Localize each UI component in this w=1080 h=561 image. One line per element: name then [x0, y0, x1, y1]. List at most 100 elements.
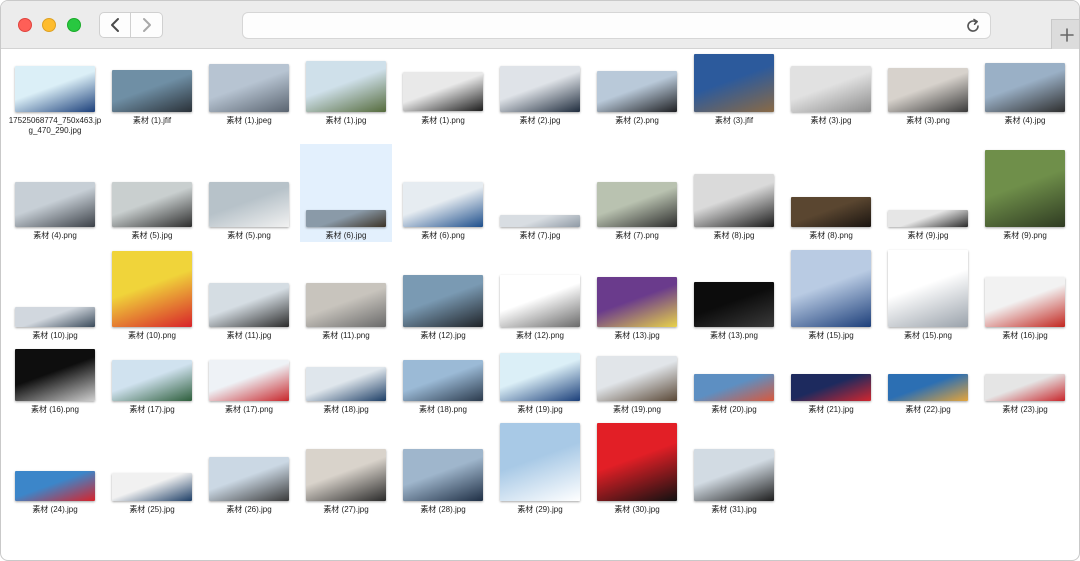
file-thumbnail — [15, 307, 95, 327]
file-name: 素材 (9).jpg — [907, 231, 949, 240]
file-thumbnail — [597, 356, 677, 401]
minimize-button[interactable] — [42, 18, 56, 32]
file-thumbnail — [209, 360, 289, 401]
file-name: 素材 (28).jpg — [420, 505, 466, 514]
browser-window: 17525068774_750x463.jpg_470_290.jpg 素材 (1… — [0, 0, 1080, 561]
file-name: 素材 (1).png — [421, 116, 465, 125]
file-name: 素材 (12).jpg — [420, 331, 466, 340]
file-thumbnail — [209, 64, 289, 112]
file-name: 素材 (7).jpg — [519, 231, 561, 240]
file-thumbnail — [209, 457, 289, 501]
file-name: 素材 (21).jpg — [808, 405, 854, 414]
file-name: 素材 (1).jfif — [132, 116, 172, 125]
forward-button[interactable] — [131, 12, 163, 38]
file-name: 素材 (5).png — [227, 231, 271, 240]
file-name: 素材 (2).jpg — [519, 116, 561, 125]
file-name: 17525068774_750x463.jpg_470_290.jpg — [8, 116, 102, 135]
file-thumbnail — [791, 374, 871, 401]
back-button[interactable] — [99, 12, 131, 38]
close-button[interactable] — [18, 18, 32, 32]
file-thumbnail — [694, 374, 774, 401]
file-name: 素材 (9).png — [1003, 231, 1047, 240]
file-thumbnail — [985, 150, 1065, 227]
file-name: 素材 (25).jpg — [129, 505, 175, 514]
file-grid: 17525068774_750x463.jpg_470_290.jpg 素材 (1… — [1, 50, 1079, 560]
title-bar — [1, 1, 1079, 49]
file-name: 素材 (22).jpg — [905, 405, 951, 414]
zoom-button[interactable] — [67, 18, 81, 32]
file-thumbnail — [112, 70, 192, 112]
file-thumbnail — [888, 210, 968, 227]
reload-icon[interactable] — [964, 17, 982, 35]
file-thumbnail — [112, 360, 192, 401]
file-name: 素材 (6).jpg — [325, 231, 367, 240]
file-thumbnail — [694, 174, 774, 227]
file-thumbnail — [112, 473, 192, 501]
file-thumbnail — [306, 367, 386, 401]
file-name: 素材 (4).jpg — [1004, 116, 1046, 125]
file-name: 素材 (18).png — [418, 405, 468, 414]
file-name: 素材 (8).png — [809, 231, 853, 240]
file-name: 素材 (26).jpg — [226, 505, 272, 514]
file-thumbnail — [403, 275, 483, 327]
file-thumbnail — [403, 182, 483, 227]
file-thumbnail — [985, 374, 1065, 401]
file-name: 素材 (11).png — [322, 331, 370, 340]
file-thumbnail — [112, 182, 192, 227]
file-thumbnail — [500, 423, 580, 501]
new-tab-button[interactable] — [1051, 19, 1079, 49]
file-thumbnail — [306, 449, 386, 501]
file-name: 素材 (3).jfif — [714, 116, 754, 125]
file-name: 素材 (17).png — [224, 405, 274, 414]
file-thumbnail — [306, 210, 386, 227]
file-thumbnail — [597, 182, 677, 227]
file-thumbnail — [306, 283, 386, 327]
address-bar[interactable] — [242, 12, 991, 39]
file-name: 素材 (16).png — [30, 405, 80, 414]
chevron-right-icon — [142, 18, 151, 32]
file-name: 素材 (15).png — [903, 331, 953, 340]
file-thumbnail — [694, 282, 774, 327]
file-name: 素材 (2).png — [615, 116, 659, 125]
file-thumbnail — [209, 283, 289, 327]
file-name: 素材 (12).png — [515, 331, 565, 340]
file-name: 素材 (29).jpg — [517, 505, 563, 514]
file-thumbnail — [694, 449, 774, 501]
file-name: 素材 (10).png — [127, 331, 177, 340]
file-thumbnail — [403, 360, 483, 401]
file-name: 素材 (11).jpg — [226, 331, 272, 340]
file-thumbnail — [888, 68, 968, 112]
file-name: 素材 (27).jpg — [323, 505, 369, 514]
file-name: 素材 (1).jpeg — [226, 116, 272, 125]
file-name: 素材 (3).jpg — [810, 116, 852, 125]
file-name: 素材 (17).jpg — [129, 405, 175, 414]
file-name: 素材 (1).jpg — [325, 116, 367, 125]
file-thumbnail — [888, 374, 968, 401]
file-thumbnail — [15, 349, 95, 401]
file-name: 素材 (7).png — [615, 231, 659, 240]
file-name: 素材 (30).jpg — [614, 505, 660, 514]
file-thumbnail — [15, 471, 95, 501]
file-name: 素材 (16).jpg — [1002, 331, 1048, 340]
file-thumbnail — [500, 215, 580, 227]
file-thumbnail — [403, 72, 483, 111]
file-thumbnail — [985, 277, 1065, 327]
file-thumbnail — [791, 250, 871, 327]
file-name: 素材 (13).png — [709, 331, 759, 340]
file-thumbnail — [500, 353, 580, 401]
file-name: 素材 (23).jpg — [1002, 405, 1048, 414]
file-name: 素材 (19).jpg — [517, 405, 563, 414]
file-thumbnail — [694, 54, 774, 112]
file-name: 素材 (6).png — [421, 231, 465, 240]
file-name: 素材 (24).jpg — [32, 505, 78, 514]
file-name: 素材 (31).jpg — [711, 505, 757, 514]
file-name: 素材 (20).jpg — [711, 405, 757, 414]
file-name: 素材 (3).png — [906, 116, 950, 125]
file-thumbnail — [597, 71, 677, 112]
file-name: 素材 (15).jpg — [808, 331, 854, 340]
plus-icon — [1059, 27, 1074, 42]
file-thumbnail — [597, 423, 677, 501]
chevron-left-icon — [111, 18, 119, 32]
file-thumbnail — [500, 275, 580, 327]
file-thumbnail — [791, 66, 871, 112]
